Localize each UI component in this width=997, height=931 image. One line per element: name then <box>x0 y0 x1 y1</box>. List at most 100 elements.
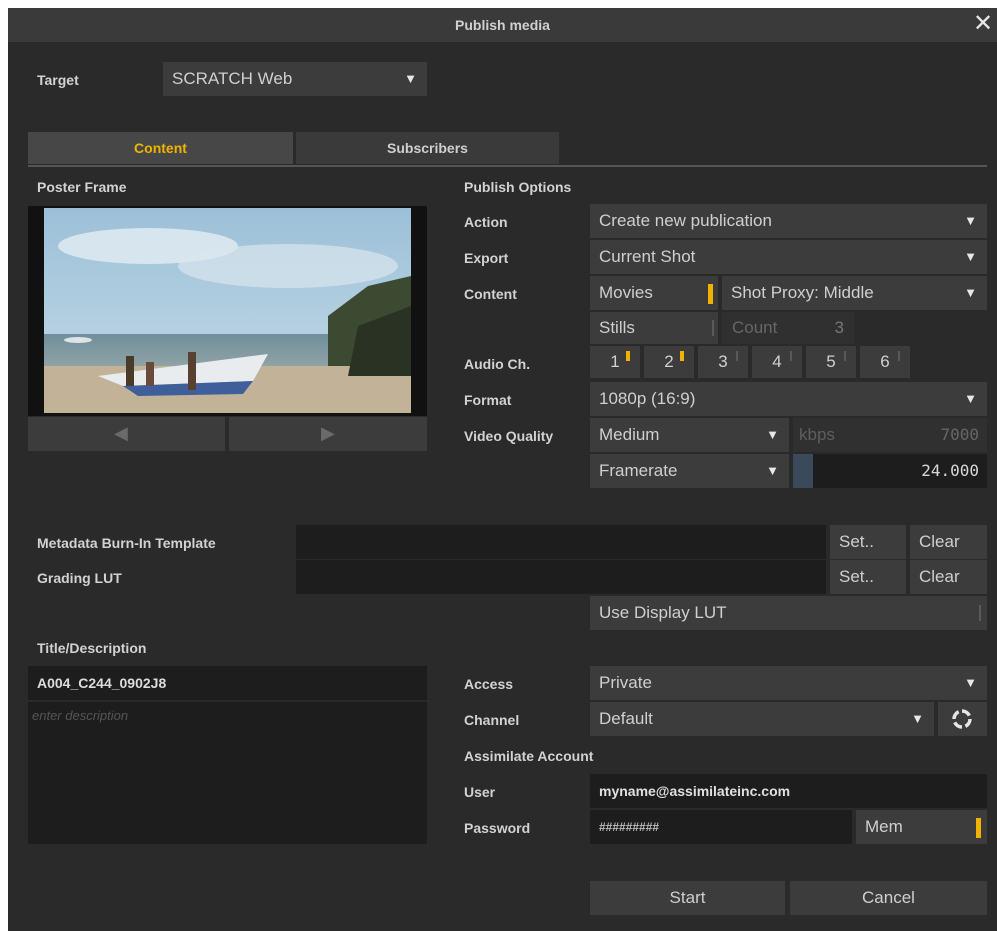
framerate-slider-fill <box>793 454 813 488</box>
remember-toggle[interactable]: Mem <box>856 810 987 844</box>
audio-channel-indicator <box>736 351 738 361</box>
audio-channel-number: 2 <box>664 352 674 371</box>
user-value: myname@assimilateinc.com <box>599 783 791 799</box>
stills-toggle[interactable]: Stills <box>590 312 718 344</box>
use-display-lut-toggle[interactable]: Use Display LUT <box>590 596 987 630</box>
target-value: SCRATCH Web <box>172 69 293 88</box>
next-frame-button[interactable]: ▶ <box>229 417 427 451</box>
tab-subscribers[interactable]: Subscribers <box>296 132 559 164</box>
stills-label: Stills <box>599 318 635 337</box>
audio-channel-2[interactable]: 2 <box>644 346 694 378</box>
arrow-right-icon: ▶ <box>321 423 335 443</box>
framerate-label: Framerate <box>599 461 678 480</box>
proxy-value: Shot Proxy: Middle <box>731 283 874 302</box>
password-field[interactable]: ######### <box>590 810 852 844</box>
password-label: Password <box>464 820 531 836</box>
lut-set-button[interactable]: Set.. <box>830 560 906 594</box>
channel-value: Default <box>599 709 653 728</box>
title-value: A004_C244_0902J8 <box>37 675 167 691</box>
metadata-clear-button[interactable]: Clear <box>910 525 987 559</box>
lut-set-label: Set.. <box>839 567 874 586</box>
count-label: Count <box>732 318 778 337</box>
start-button[interactable]: Start <box>590 881 785 915</box>
movies-label: Movies <box>599 283 653 302</box>
description-field[interactable]: enter description <box>28 702 427 844</box>
password-value: ######### <box>599 820 660 834</box>
tab-content[interactable]: Content <box>28 132 293 164</box>
user-field[interactable]: myname@assimilateinc.com <box>590 774 987 808</box>
chevron-down-icon: ▼ <box>964 675 977 690</box>
grading-lut-label: Grading LUT <box>37 570 122 586</box>
audio-channels-label: Audio Ch. <box>464 356 531 372</box>
close-icon[interactable]: ✕ <box>971 10 995 38</box>
channel-label: Channel <box>464 712 520 728</box>
video-quality-select[interactable]: Medium ▼ <box>590 418 789 452</box>
remember-label: Mem <box>865 817 903 836</box>
remember-indicator <box>976 818 981 838</box>
channel-select[interactable]: Default ▼ <box>590 702 934 736</box>
count-field[interactable]: Count 3 <box>722 312 854 344</box>
video-quality-label: Video Quality <box>464 428 554 444</box>
target-select[interactable]: SCRATCH Web ▼ <box>163 62 427 96</box>
metadata-clear-label: Clear <box>919 532 960 551</box>
audio-channel-number: 1 <box>610 352 620 371</box>
lut-clear-button[interactable]: Clear <box>910 560 987 594</box>
poster-frame-label: Poster Frame <box>37 179 127 195</box>
format-select[interactable]: 1080p (16:9) ▼ <box>590 382 987 416</box>
access-label: Access <box>464 676 514 692</box>
description-placeholder: enter description <box>32 708 129 723</box>
target-label: Target <box>37 72 79 88</box>
export-select[interactable]: Current Shot ▼ <box>590 240 987 274</box>
video-quality-value: Medium <box>599 425 660 444</box>
audio-channel-number: 3 <box>718 352 728 371</box>
audio-channel-indicator <box>898 351 900 361</box>
tab-divider <box>28 165 987 167</box>
action-select[interactable]: Create new publication ▼ <box>590 204 987 238</box>
previous-frame-button[interactable]: ◀ <box>28 417 225 451</box>
grading-lut-field[interactable] <box>296 560 826 594</box>
audio-channel-4[interactable]: 4 <box>752 346 802 378</box>
count-value: 3 <box>834 318 844 337</box>
audio-channel-6[interactable]: 6 <box>860 346 910 378</box>
use-display-lut-indicator <box>979 605 981 621</box>
movies-toggle[interactable]: Movies <box>590 276 718 310</box>
format-value: 1080p (16:9) <box>599 389 696 408</box>
poster-frame-image <box>28 206 427 416</box>
user-label: User <box>464 784 496 800</box>
framerate-field[interactable]: 24.000 <box>813 454 987 488</box>
proxy-select[interactable]: Shot Proxy: Middle ▼ <box>722 276 987 310</box>
audio-channel-number: 5 <box>826 352 836 371</box>
movies-toggle-indicator <box>708 284 713 304</box>
arrow-left-icon: ◀ <box>114 423 128 443</box>
audio-channel-number: 6 <box>880 352 890 371</box>
chevron-down-icon: ▼ <box>911 711 924 726</box>
action-value: Create new publication <box>599 211 772 230</box>
chevron-down-icon: ▼ <box>964 285 977 300</box>
export-value: Current Shot <box>599 247 696 266</box>
start-label: Start <box>669 888 706 907</box>
kbps-field[interactable]: kbps 7000 <box>793 418 987 452</box>
assimilate-account-heading: Assimilate Account <box>464 748 594 764</box>
framerate-select[interactable]: Framerate ▼ <box>590 454 789 488</box>
chevron-down-icon: ▼ <box>964 213 977 228</box>
access-value: Private <box>599 673 652 692</box>
chevron-down-icon: ▼ <box>964 249 977 264</box>
chevron-down-icon: ▼ <box>766 463 779 478</box>
audio-channel-3[interactable]: 3 <box>698 346 748 378</box>
framerate-value: 24.000 <box>921 461 979 480</box>
access-select[interactable]: Private ▼ <box>590 666 987 700</box>
refresh-channels-button[interactable] <box>938 702 987 736</box>
audio-channel-1[interactable]: 1 <box>590 346 640 378</box>
title-bar: Publish media ✕ <box>8 8 997 42</box>
stills-toggle-indicator <box>712 320 714 336</box>
beach-photo <box>44 208 411 413</box>
format-label: Format <box>464 392 512 408</box>
metadata-set-button[interactable]: Set.. <box>830 525 906 559</box>
audio-channel-number: 4 <box>772 352 782 371</box>
title-field[interactable]: A004_C244_0902J8 <box>28 666 427 700</box>
cancel-button[interactable]: Cancel <box>790 881 987 915</box>
chevron-down-icon: ▼ <box>766 427 779 442</box>
publish-media-dialog: Publish media ✕ Target SCRATCH Web ▼ Con… <box>8 8 997 931</box>
audio-channel-5[interactable]: 5 <box>806 346 856 378</box>
metadata-template-field[interactable] <box>296 525 826 559</box>
